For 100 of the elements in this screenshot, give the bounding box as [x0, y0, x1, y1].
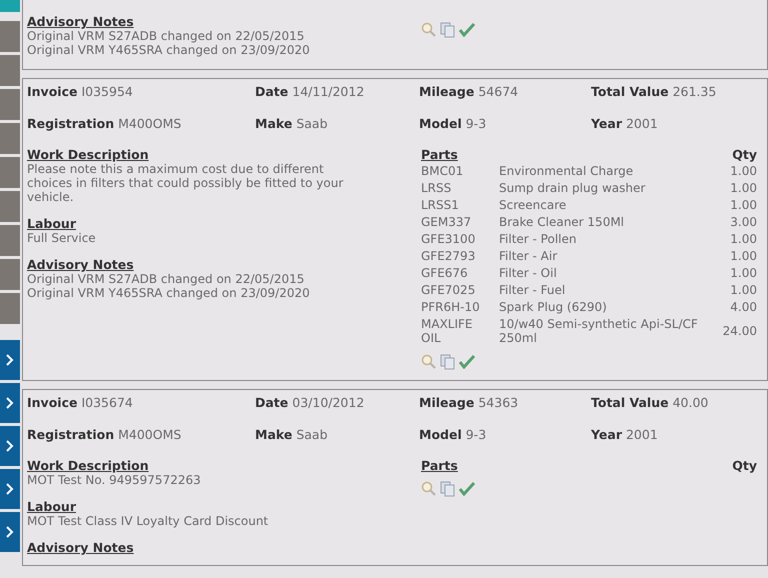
section-heading: Advisory Notes	[27, 14, 135, 29]
section-text: Original VRM Y465SRA changed on 23/09/2020	[27, 286, 311, 300]
chevron-right-icon	[6, 397, 14, 409]
part-quantity: 4.00	[729, 300, 757, 314]
field-value: M400OMS	[118, 427, 182, 442]
field-value: 40.00	[672, 395, 708, 410]
part-code: BMC01	[421, 164, 464, 178]
sidebar-tab[interactable]	[0, 123, 20, 154]
section-heading: Work Description	[27, 458, 150, 473]
parts-heading: Parts	[421, 458, 458, 473]
part-code: GFE7025	[421, 282, 476, 296]
field-label: Total Value	[591, 395, 669, 410]
field-label: Total Value	[591, 84, 669, 99]
search-icon[interactable]	[421, 354, 437, 370]
part-description: Sump drain plug washer	[499, 180, 646, 194]
sidebar-tab[interactable]	[0, 293, 20, 324]
part-code: LRSS	[421, 180, 452, 194]
part-description: Screencare	[499, 198, 568, 212]
sidebar-tab[interactable]	[0, 157, 20, 188]
sidebar-expand-tab[interactable]	[0, 426, 20, 466]
field-value: 03/10/2012	[292, 395, 364, 410]
chevron-right-icon	[6, 354, 14, 366]
part-description: Spark Plug (6290)	[499, 300, 608, 314]
field-value: 2001	[626, 116, 658, 131]
field-value: 261.35	[672, 84, 716, 99]
part-description: Filter - Fuel	[499, 282, 566, 296]
field-value: 9-3	[466, 116, 486, 131]
section-text: Please note this a maximum cost due to different choices in filters that could possibly be fitted to your vehicle.	[27, 162, 344, 204]
field-value: I035674	[81, 395, 133, 410]
section-text: MOT Test No. 949597572263	[27, 473, 202, 487]
part-description: Filter - Oil	[499, 266, 558, 280]
sidebar-tab[interactable]	[0, 191, 20, 222]
field-value: 54363	[478, 395, 518, 410]
part-code: GFE676	[421, 266, 469, 280]
search-icon[interactable]	[421, 481, 437, 497]
sidebar-accent-tab[interactable]	[0, 0, 20, 12]
field-value: 14/11/2012	[292, 84, 364, 99]
copy-icon[interactable]	[440, 481, 456, 497]
section-heading: Advisory Notes	[27, 257, 135, 272]
part-quantity: 3.00	[729, 214, 757, 228]
field-label: Registration	[27, 427, 114, 442]
part-quantity: 1.00	[729, 232, 757, 246]
section-heading: Labour	[27, 216, 77, 231]
part-quantity: 1.00	[729, 180, 757, 194]
section-text: Original VRM S27ADB changed on 22/05/2015	[27, 272, 306, 286]
chevron-right-icon	[6, 440, 14, 452]
field-label: Model	[419, 427, 462, 442]
qty-heading: Qty	[732, 147, 757, 162]
field-label: Date	[255, 84, 288, 99]
part-quantity: 1.00	[729, 282, 757, 296]
sidebar-tab[interactable]	[0, 89, 20, 120]
field-value: 9-3	[466, 427, 486, 442]
search-icon[interactable]	[421, 22, 437, 38]
part-code: GFE3100	[421, 232, 476, 246]
copy-icon[interactable]	[440, 354, 456, 370]
field-label: Invoice	[27, 84, 78, 99]
section-heading: Advisory Notes	[27, 540, 135, 555]
field-value: Saab	[296, 116, 328, 131]
checkmark-icon[interactable]	[459, 355, 475, 369]
part-code: PFR6H-10	[421, 300, 481, 314]
field-value: M400OMS	[118, 116, 182, 131]
chevron-right-icon	[6, 483, 14, 495]
field-value: Saab	[296, 427, 328, 442]
part-code: GEM337	[421, 214, 472, 228]
part-description: Filter - Air	[499, 248, 558, 262]
advisory-note: Original VRM Y465SRA changed on 23/09/2020	[27, 43, 311, 57]
sidebar-expand-tab[interactable]	[0, 340, 20, 380]
part-code: GFE2793	[421, 248, 476, 262]
field-value: I035954	[81, 84, 133, 99]
section-heading: Labour	[27, 499, 77, 514]
advisory-note: Original VRM S27ADB changed on 22/05/2015	[27, 29, 306, 43]
part-description: 10/w40 Semi-synthetic Api-SL/CF 250ml	[499, 316, 699, 344]
chevron-right-icon	[6, 526, 14, 538]
sidebar-expand-tab[interactable]	[0, 469, 20, 509]
field-label: Model	[419, 116, 462, 131]
sidebar-tab[interactable]	[0, 259, 20, 290]
sidebar-tab[interactable]	[0, 225, 20, 256]
sidebar-expand-tab[interactable]	[0, 512, 20, 552]
section-text: MOT Test Class IV Loyalty Card Discount	[27, 514, 270, 528]
sidebar-tab[interactable]	[0, 55, 20, 86]
sidebar-tab[interactable]	[0, 21, 20, 52]
part-description: Environmental Charge	[499, 164, 634, 178]
field-label: Mileage	[419, 84, 474, 99]
field-label: Date	[255, 395, 288, 410]
parts-heading: Parts	[421, 147, 458, 162]
field-label: Mileage	[419, 395, 474, 410]
field-label: Make	[255, 116, 292, 131]
field-value: 2001	[626, 427, 658, 442]
part-description: Brake Cleaner 150Ml	[499, 214, 626, 228]
sidebar-expand-tab[interactable]	[0, 383, 20, 423]
field-label: Year	[591, 116, 622, 131]
part-code: MAXLIFE OIL	[421, 316, 474, 344]
copy-icon[interactable]	[440, 22, 456, 38]
qty-heading: Qty	[732, 458, 757, 473]
part-quantity: 1.00	[729, 266, 757, 280]
part-quantity: 24.00	[722, 324, 757, 338]
part-code: LRSS1	[421, 198, 460, 212]
checkmark-icon[interactable]	[459, 482, 475, 496]
field-label: Invoice	[27, 395, 78, 410]
checkmark-icon[interactable]	[459, 23, 475, 37]
